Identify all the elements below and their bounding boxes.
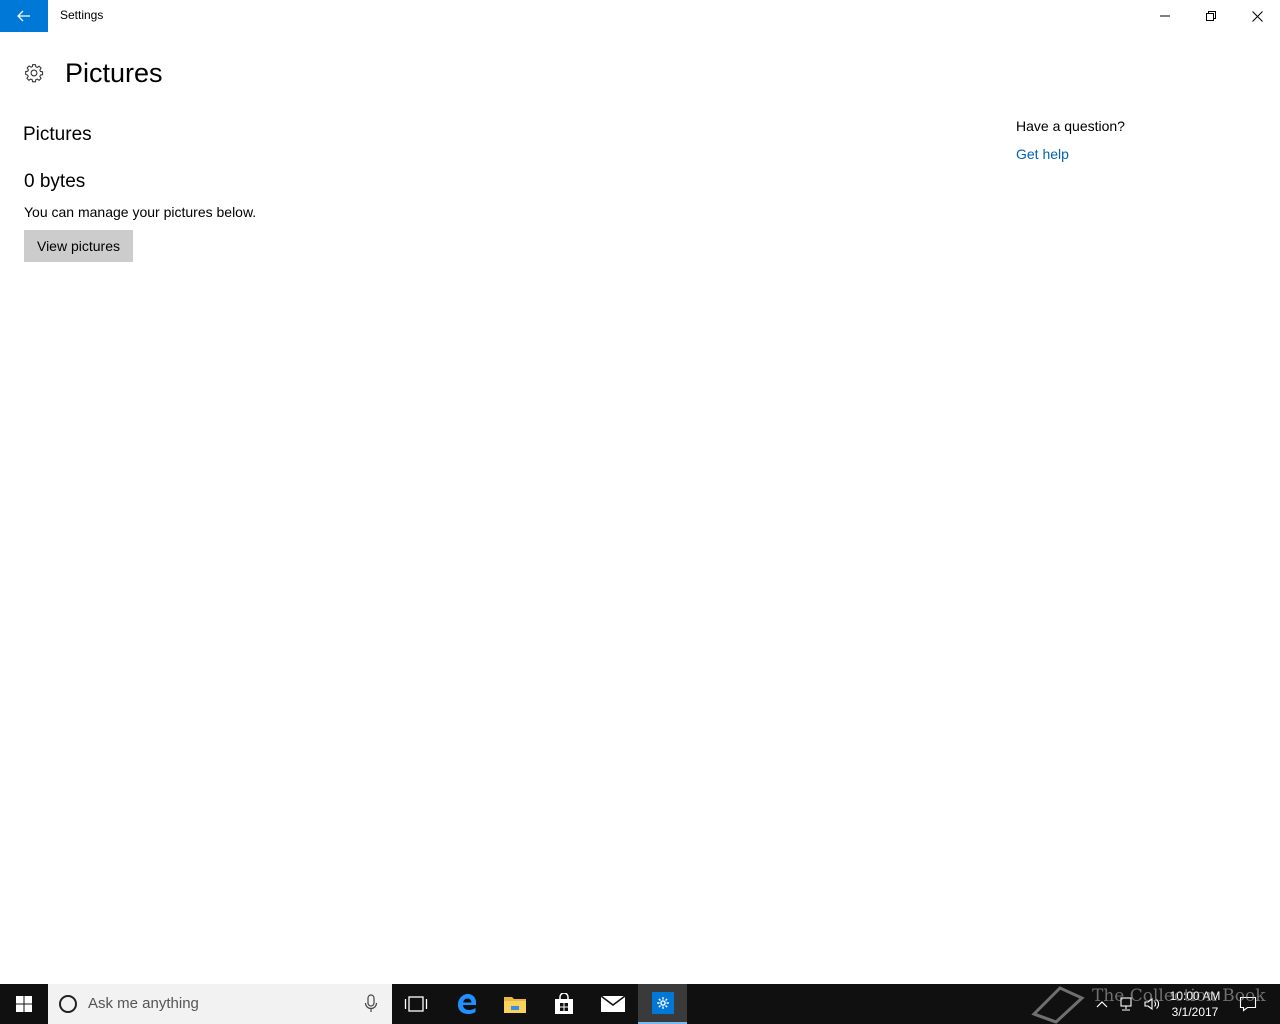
description-text: You can manage your pictures below. (24, 204, 257, 220)
microphone-icon[interactable] (364, 994, 378, 1014)
minimize-button[interactable] (1142, 0, 1188, 32)
file-explorer-icon (504, 997, 526, 1013)
gear-icon (25, 64, 44, 83)
clock-date: 3/1/2017 (1171, 1005, 1219, 1019)
title-bar: Settings (0, 0, 1280, 32)
edge-icon (458, 994, 476, 1014)
show-hidden-icons-button[interactable] (1092, 984, 1112, 1024)
file-explorer-button[interactable] (491, 984, 539, 1024)
chevron-up-icon (1096, 1001, 1108, 1008)
action-center-button[interactable] (1234, 984, 1262, 1024)
minimize-icon (1160, 15, 1170, 17)
get-help-link[interactable]: Get help (1016, 146, 1069, 162)
search-placeholder: Ask me anything (88, 995, 199, 1012)
restore-button[interactable] (1188, 0, 1234, 32)
back-button[interactable] (0, 0, 48, 32)
close-icon (1251, 10, 1263, 22)
start-button[interactable] (0, 984, 48, 1024)
mail-icon (600, 995, 626, 1012)
network-icon (1120, 997, 1132, 1011)
settings-taskbar-button[interactable] (638, 984, 687, 1024)
mail-button[interactable] (589, 984, 637, 1024)
view-pictures-button[interactable]: View pictures (24, 230, 133, 262)
cortana-search-box[interactable]: Ask me anything (48, 984, 392, 1024)
section-title: Pictures (23, 124, 92, 145)
notification-icon (1239, 996, 1257, 1012)
restore-icon (1206, 11, 1216, 21)
network-button[interactable] (1114, 984, 1138, 1024)
taskbar-clock[interactable]: 10:00 AM 3/1/2017 (1166, 988, 1224, 1020)
arrow-left-icon (17, 10, 30, 22)
page-header: Pictures (24, 56, 163, 90)
window-title: Settings (60, 8, 104, 22)
edge-button[interactable] (443, 984, 491, 1024)
taskbar: Ask me anything 10:00 AM 3/1/2017 (0, 984, 1280, 1024)
storage-size-value: 0 bytes (24, 171, 86, 192)
task-view-button[interactable] (392, 984, 440, 1024)
settings-icon (651, 992, 674, 1014)
close-button[interactable] (1234, 0, 1280, 32)
windows-logo-icon (16, 996, 32, 1012)
cortana-icon (59, 995, 77, 1013)
clock-time: 10:00 AM (1169, 989, 1221, 1003)
store-button[interactable] (540, 984, 588, 1024)
speaker-icon (1144, 997, 1159, 1011)
store-icon (555, 993, 573, 1014)
volume-button[interactable] (1140, 984, 1164, 1024)
task-view-icon (404, 996, 428, 1012)
help-question: Have a question? (1016, 118, 1125, 134)
page-title: Pictures (65, 57, 163, 88)
